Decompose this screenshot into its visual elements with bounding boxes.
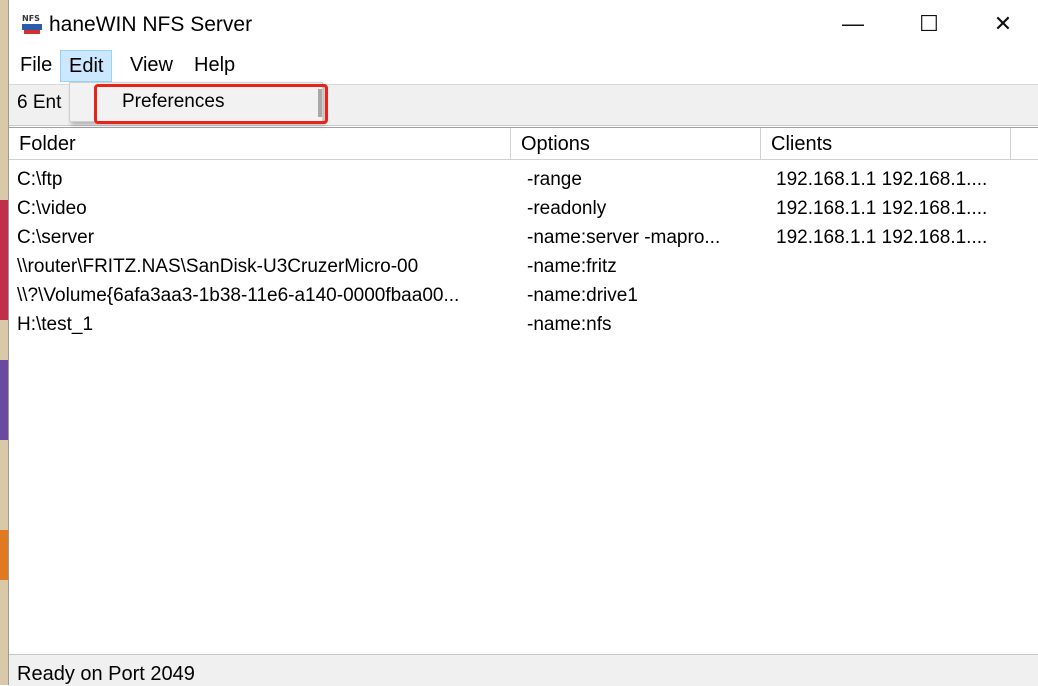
maximize-icon: ☐ xyxy=(919,11,939,36)
column-header-clients[interactable]: Clients xyxy=(761,128,1011,160)
status-bar: Ready on Port 2049 xyxy=(9,654,1038,686)
cell-folder: C:\ftp xyxy=(17,169,63,190)
nfs-app-icon: NFS xyxy=(20,12,44,36)
svg-text:NFS: NFS xyxy=(22,14,40,23)
close-icon: ✕ xyxy=(993,11,1013,36)
preferences-highlight-box xyxy=(94,84,328,124)
cell-folder: H:\test_1 xyxy=(17,314,94,335)
close-button[interactable]: ✕ xyxy=(967,0,1038,48)
menu-view[interactable]: View xyxy=(122,50,181,80)
table-row[interactable]: C:\server -name:server -mapro... 192.168… xyxy=(9,223,1038,252)
cell-clients: 192.168.1.1 192.168.1.... xyxy=(776,169,988,190)
status-text: Ready on Port 2049 xyxy=(17,663,195,685)
cell-folder: C:\video xyxy=(17,198,87,219)
cell-options: -readonly xyxy=(527,198,607,219)
menu-edit[interactable]: Edit xyxy=(60,50,113,82)
column-header-options[interactable]: Options xyxy=(511,128,761,160)
minimize-button[interactable]: — xyxy=(817,0,889,48)
app-window: NFS haneWIN NFS Server — ☐ ✕ File Edit V… xyxy=(8,0,1038,686)
column-header-filler xyxy=(1011,128,1038,160)
table-row[interactable]: C:\video -readonly 192.168.1.1 192.168.1… xyxy=(9,194,1038,223)
table-row[interactable]: C:\ftp -range 192.168.1.1 192.168.1.... xyxy=(9,165,1038,194)
table-row[interactable]: \\?\Volume{6afa3aa3-1b38-11e6-a140-0000f… xyxy=(9,281,1038,310)
table-row[interactable]: H:\test_1 -name:nfs xyxy=(9,310,1038,339)
column-header-folder[interactable]: Folder xyxy=(9,128,511,160)
cell-options: -name:drive1 xyxy=(527,285,638,306)
entries-count: 6 Ent xyxy=(17,92,62,113)
menu-bar: File Edit View Help xyxy=(9,48,1038,82)
cell-options: -name:server -mapro... xyxy=(527,227,721,248)
minimize-icon: — xyxy=(842,11,864,36)
maximize-button[interactable]: ☐ xyxy=(893,0,965,48)
window-title: haneWIN NFS Server xyxy=(49,13,253,36)
cell-folder: C:\server xyxy=(17,227,95,248)
table-row[interactable]: \\router\FRITZ.NAS\SanDisk-U3CruzerMicro… xyxy=(9,252,1038,281)
cell-clients: 192.168.1.1 192.168.1.... xyxy=(776,198,988,219)
menu-help[interactable]: Help xyxy=(186,50,243,80)
menu-file[interactable]: File xyxy=(12,50,60,80)
cell-options: -name:nfs xyxy=(527,314,612,335)
cell-folder: \\?\Volume{6afa3aa3-1b38-11e6-a140-0000f… xyxy=(17,285,460,306)
title-bar[interactable]: NFS haneWIN NFS Server — ☐ ✕ xyxy=(9,0,1038,48)
cell-options: -range xyxy=(527,169,582,190)
cell-options: -name:fritz xyxy=(527,256,617,277)
cell-clients: 192.168.1.1 192.168.1.... xyxy=(776,227,988,248)
cell-folder: \\router\FRITZ.NAS\SanDisk-U3CruzerMicro… xyxy=(17,256,419,277)
exports-list[interactable]: Folder Options Clients C:\ftp -range 192… xyxy=(9,127,1038,653)
